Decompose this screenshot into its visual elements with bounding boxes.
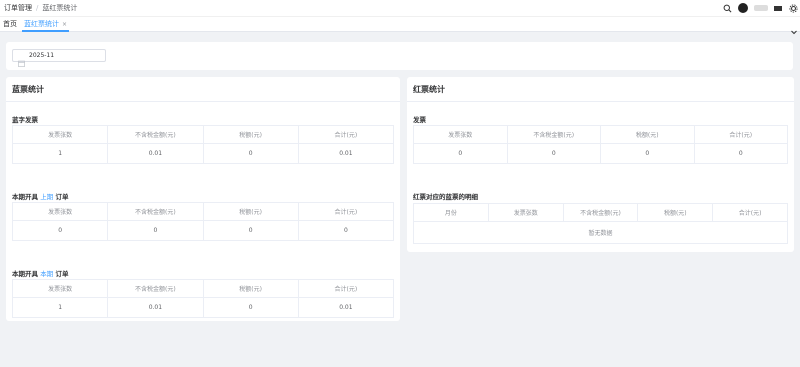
- period-highlight: 本期: [40, 270, 54, 278]
- month-picker[interactable]: 2025-11: [12, 49, 106, 67]
- current-period-table: 发票张数 不含税金额(元) 税额(元) 合计(元) 1 0.01 0 0.01: [11, 279, 395, 318]
- column-header: 不含税金额(元): [506, 125, 601, 144]
- table-cell: 0: [202, 297, 299, 318]
- tags-view-bar: 首页 蓝红票统计 ×: [0, 16, 800, 35]
- table-cell: 0: [506, 143, 601, 164]
- previous-period-table: 发票张数 不含税金额(元) 税额(元) 合计(元) 0 0 0 0: [11, 202, 395, 241]
- card-title: 蓝票统计: [12, 85, 44, 94]
- table-row: 1 0.01 0 0.01: [11, 297, 395, 318]
- column-header: 税额(元): [637, 203, 714, 222]
- filter-card: 2025-11: [6, 42, 793, 70]
- table-cell: 0: [202, 220, 299, 241]
- breadcrumb-item-order-management[interactable]: 订单管理: [4, 3, 32, 13]
- table-row: 0 0 0 0: [11, 220, 395, 241]
- column-header: 合计(元): [297, 202, 395, 221]
- column-header: 发票张数: [11, 202, 109, 221]
- breadcrumb-item-current: 蓝红票统计: [42, 4, 78, 12]
- table-cell: 0: [11, 220, 109, 241]
- tag-home[interactable]: 首页: [3, 17, 17, 32]
- table-cell: 0: [297, 220, 395, 241]
- close-icon[interactable]: ×: [62, 21, 67, 28]
- column-header: 合计(元): [693, 125, 788, 144]
- user-menu-icon[interactable]: [774, 5, 782, 11]
- section-title-previous-period: 本期开具 上期 订单: [12, 193, 69, 201]
- empty-state: 暂无数据: [413, 221, 788, 244]
- section-title-red-detail: 红票对应的蓝票的明细: [413, 193, 478, 201]
- column-header: 不含税金额(元): [107, 125, 204, 144]
- search-icon[interactable]: [722, 3, 732, 13]
- breadcrumb-separator: /: [36, 4, 39, 12]
- column-header: 不含税金额(元): [562, 203, 639, 222]
- tag-label: 蓝红票统计: [24, 20, 59, 28]
- table-row: 1 0.01 0 0.01: [11, 143, 395, 164]
- settings-icon[interactable]: [788, 3, 798, 13]
- column-header: 税额(元): [600, 125, 695, 144]
- section-title-current-period: 本期开具 本期 订单: [12, 270, 69, 278]
- table-cell: 0: [693, 143, 788, 164]
- avatar[interactable]: [738, 3, 748, 13]
- table-cell: 0.01: [297, 297, 395, 318]
- column-header: 合计(元): [297, 279, 395, 298]
- table-cell: 0: [600, 143, 695, 164]
- table-row: 0 0 0 0: [413, 143, 788, 164]
- column-header: 合计(元): [297, 125, 395, 144]
- column-header: 税额(元): [202, 125, 299, 144]
- red-detail-table: 月份 发票张数 不含税金额(元) 税额(元) 合计(元) 暂无数据: [413, 203, 788, 244]
- table-cell: 0: [202, 143, 299, 164]
- top-header: 订单管理 / 蓝红票统计: [0, 0, 800, 16]
- header-actions: [722, 2, 798, 14]
- calendar-icon: [18, 52, 25, 67]
- table-cell: 1: [11, 143, 109, 164]
- table-row: 暂无数据: [413, 221, 788, 244]
- column-header: 税额(元): [202, 279, 299, 298]
- user-name[interactable]: [754, 5, 768, 11]
- chevron-down-icon[interactable]: [790, 21, 798, 35]
- table-cell: 0.01: [107, 297, 204, 318]
- table-cell: 0.01: [107, 143, 204, 164]
- card-header: 蓝票统计: [6, 77, 400, 102]
- table-cell: 0: [107, 220, 204, 241]
- column-header: 发票张数: [487, 203, 564, 222]
- column-header: 发票张数: [11, 125, 109, 144]
- table-cell: 0.01: [297, 143, 395, 164]
- column-header: 发票张数: [11, 279, 109, 298]
- column-header: 月份: [413, 203, 489, 222]
- column-header: 合计(元): [712, 203, 788, 222]
- table-cell: 1: [11, 297, 109, 318]
- red-invoice-table: 发票张数 不含税金额(元) 税额(元) 合计(元) 0 0 0 0: [413, 125, 788, 164]
- blue-invoice-table: 发票张数 不含税金额(元) 税额(元) 合计(元) 1 0.01 0 0.01: [11, 125, 395, 164]
- month-value: 2025-11: [29, 52, 55, 59]
- column-header: 不含税金额(元): [107, 279, 204, 298]
- column-header: 发票张数: [413, 125, 508, 144]
- section-title-blue-invoices: 蓝字发票: [12, 116, 38, 124]
- red-invoice-card: 红票统计 发票 发票张数 不含税金额(元) 税额(元) 合计(元) 0 0 0 …: [407, 77, 794, 252]
- table-cell: 0: [413, 143, 508, 164]
- column-header: 税额(元): [202, 202, 299, 221]
- card-title: 红票统计: [413, 85, 445, 94]
- section-title-red-invoices: 发票: [413, 116, 426, 124]
- card-header: 红票统计: [407, 77, 794, 102]
- blue-invoice-card: 蓝票统计 蓝字发票 发票张数 不含税金额(元) 税额(元) 合计(元) 1 0.…: [6, 77, 400, 321]
- column-header: 不含税金额(元): [107, 202, 204, 221]
- tag-blue-red-stats[interactable]: 蓝红票统计 ×: [22, 17, 70, 32]
- period-highlight: 上期: [40, 193, 54, 201]
